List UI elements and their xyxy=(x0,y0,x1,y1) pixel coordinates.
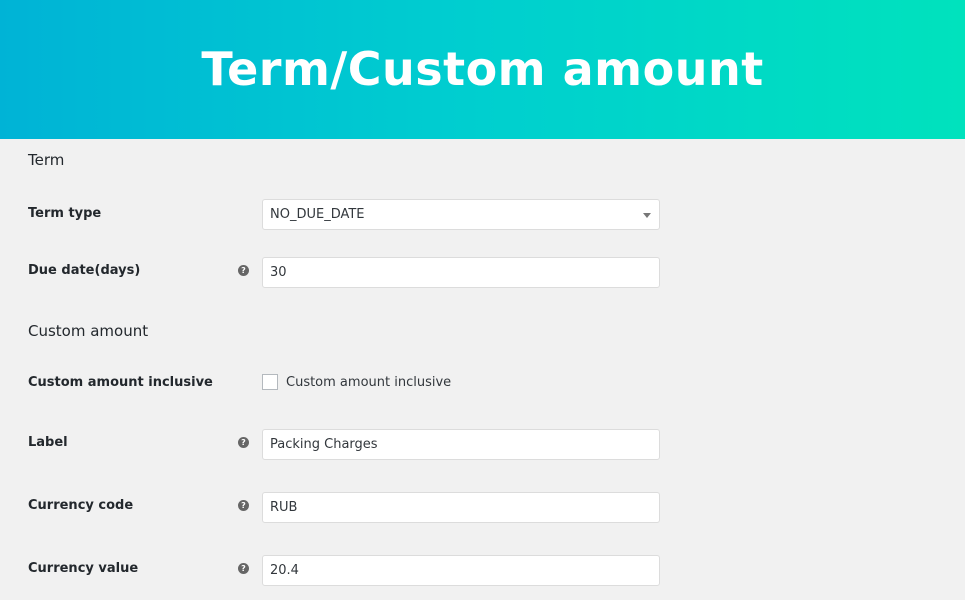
help-icon[interactable]: ? xyxy=(238,437,249,448)
page-title: Term/Custom amount xyxy=(201,42,764,96)
term-type-selected-value: NO_DUE_DATE xyxy=(270,207,365,222)
section-heading-term: Term xyxy=(28,151,65,169)
currency-value-input[interactable]: 20.4 xyxy=(262,555,660,586)
label-input-value: Packing Charges xyxy=(270,437,378,452)
label-input[interactable]: Packing Charges xyxy=(262,429,660,460)
currency-code-value: RUB xyxy=(270,500,298,515)
custom-amount-inclusive-label: Custom amount inclusive xyxy=(28,375,213,390)
chevron-down-icon xyxy=(643,213,651,218)
due-date-label: Due date(days) xyxy=(28,263,141,278)
term-type-label: Term type xyxy=(28,206,102,221)
currency-code-input[interactable]: RUB xyxy=(262,492,660,523)
currency-value-value: 20.4 xyxy=(270,563,299,578)
due-date-input[interactable]: 30 xyxy=(262,257,660,288)
currency-code-label: Currency code xyxy=(28,498,134,513)
help-icon[interactable]: ? xyxy=(238,563,249,574)
custom-amount-inclusive-checkbox-label[interactable]: Custom amount inclusive xyxy=(286,375,451,390)
due-date-value: 30 xyxy=(270,265,287,280)
help-icon[interactable]: ? xyxy=(238,500,249,511)
label-field-label: Label xyxy=(28,435,68,450)
header-banner: Term/Custom amount xyxy=(0,0,965,139)
currency-value-label: Currency value xyxy=(28,561,139,576)
help-icon[interactable]: ? xyxy=(238,265,249,276)
custom-amount-inclusive-checkbox[interactable] xyxy=(262,374,278,390)
section-heading-custom-amount: Custom amount xyxy=(28,322,149,340)
term-type-select[interactable]: NO_DUE_DATE xyxy=(262,199,660,230)
